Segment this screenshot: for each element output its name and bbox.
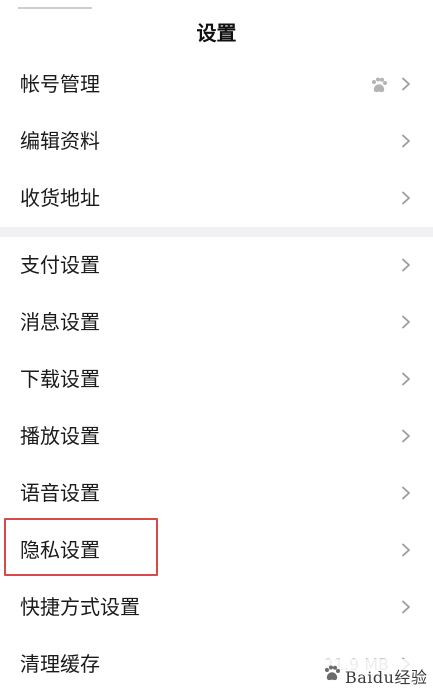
settings-item-label: 收货地址	[20, 186, 100, 210]
chevron-right-icon	[398, 542, 414, 558]
chevron-right-icon	[398, 371, 414, 387]
chevron-right-icon	[398, 76, 414, 92]
settings-item-message[interactable]: 消息设置	[0, 294, 433, 351]
settings-item-voice[interactable]: 语音设置	[0, 465, 433, 522]
settings-item-label: 下载设置	[20, 367, 100, 391]
section-divider	[0, 227, 433, 237]
chevron-right-icon	[398, 190, 414, 206]
paw-logo-icon	[323, 664, 341, 682]
chevron-right-icon	[398, 428, 414, 444]
page-title: 设置	[196, 21, 237, 45]
settings-item-label: 语音设置	[20, 481, 100, 505]
settings-item-label: 消息设置	[20, 310, 100, 334]
settings-screen: 设置 帐号管理 编辑资料 收货地址 支付设置 消息设置 下载设置 播放设置 语音…	[0, 0, 433, 693]
chevron-right-icon	[398, 485, 414, 501]
settings-item-shortcut[interactable]: 快捷方式设置	[0, 579, 433, 636]
paw-icon	[370, 76, 388, 94]
chevron-right-icon	[398, 257, 414, 273]
watermark-text: Baidu经验	[345, 668, 428, 687]
chevron-right-icon	[398, 133, 414, 149]
status-bar-fragment	[18, 0, 92, 9]
settings-item-label: 支付设置	[20, 253, 100, 277]
settings-item-payment[interactable]: 支付设置	[0, 237, 433, 294]
settings-item-label: 播放设置	[20, 424, 100, 448]
settings-item-account-management[interactable]: 帐号管理	[0, 56, 433, 113]
settings-group-preferences: 支付设置 消息设置 下载设置 播放设置 语音设置 隐私设置 快捷方式设置 清理缓…	[0, 237, 433, 693]
chevron-right-icon	[398, 314, 414, 330]
settings-item-playback[interactable]: 播放设置	[0, 408, 433, 465]
settings-item-label: 清理缓存	[20, 652, 100, 676]
settings-item-shipping-address[interactable]: 收货地址	[0, 170, 433, 227]
settings-item-label: 快捷方式设置	[20, 595, 140, 619]
privacy-settings-highlight	[4, 518, 158, 576]
settings-group-account: 帐号管理 编辑资料 收货地址	[0, 56, 433, 227]
settings-item-label: 编辑资料	[20, 129, 100, 153]
settings-item-edit-profile[interactable]: 编辑资料	[0, 113, 433, 170]
settings-item-download[interactable]: 下载设置	[0, 351, 433, 408]
settings-item-label: 帐号管理	[20, 72, 100, 96]
watermark: Baidu经验	[317, 659, 427, 687]
chevron-right-icon	[398, 599, 414, 615]
